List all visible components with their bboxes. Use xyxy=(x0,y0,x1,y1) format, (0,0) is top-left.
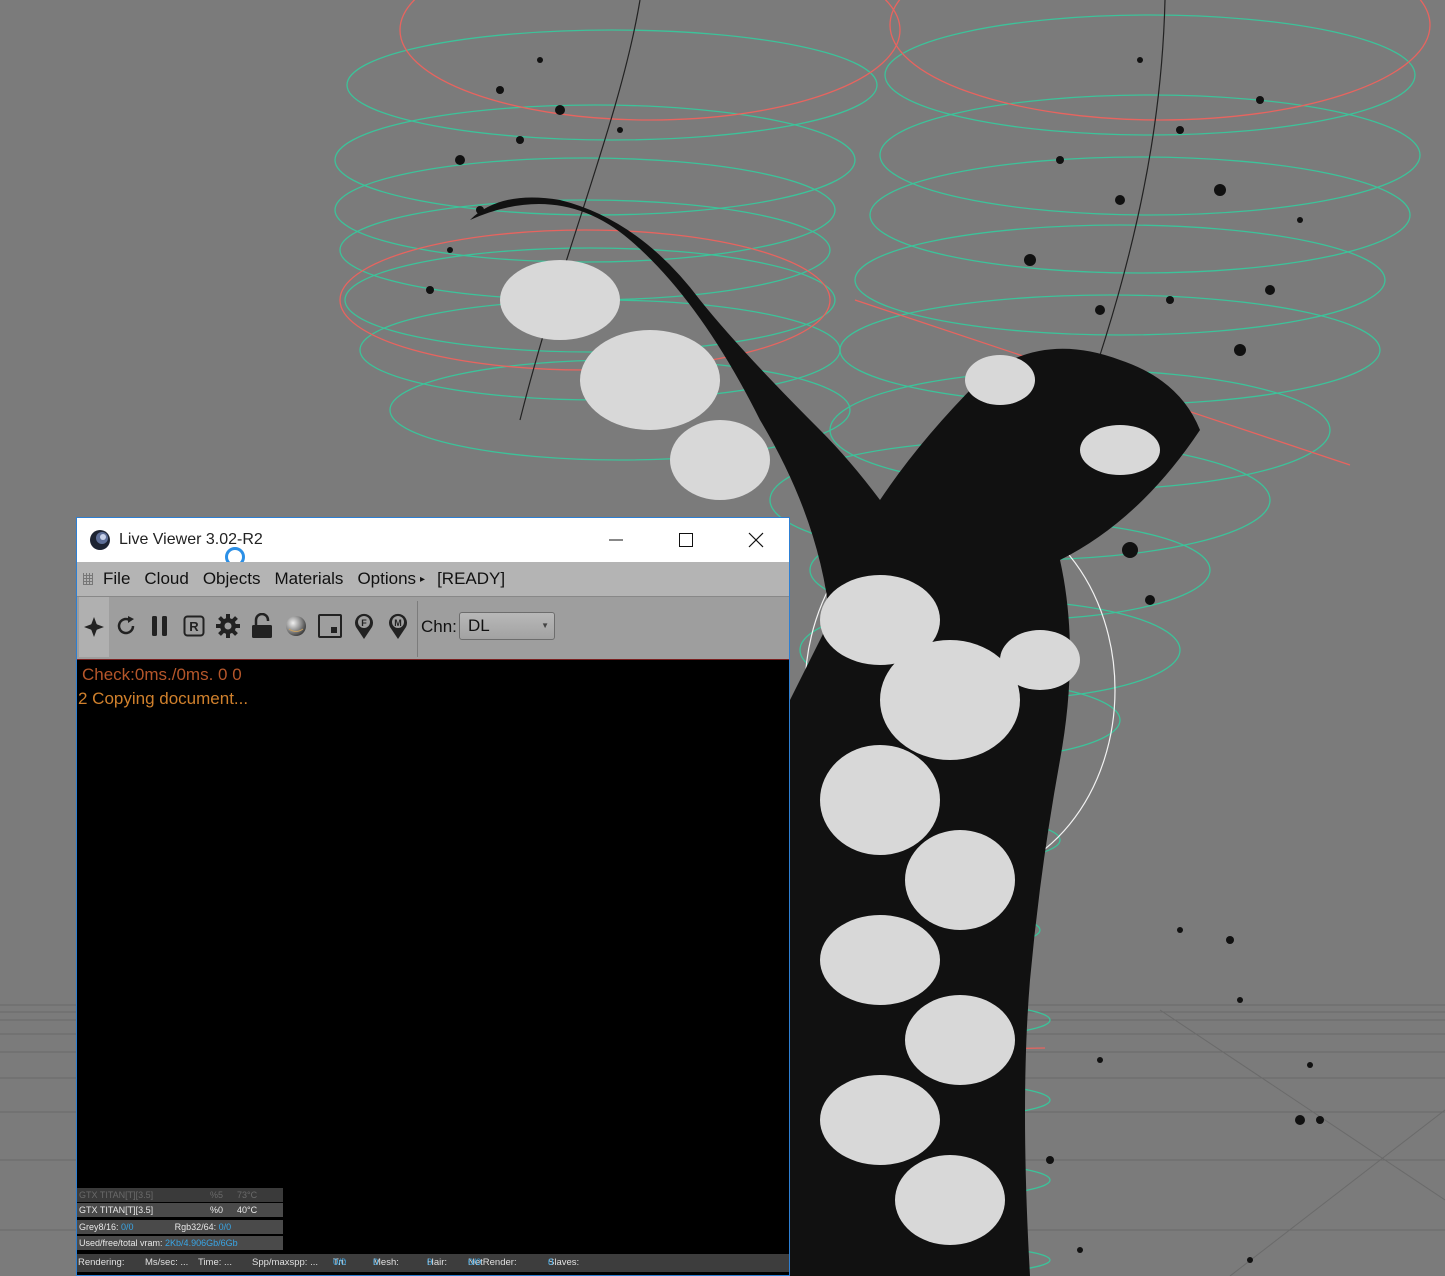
material-sphere-icon xyxy=(286,616,306,636)
title-bar[interactable]: Live Viewer 3.02-R2 xyxy=(77,518,791,567)
material-preview-button[interactable] xyxy=(281,609,311,643)
settings-button[interactable] xyxy=(213,609,243,643)
menu-bar: File Cloud Objects Materials Options ▸ [… xyxy=(77,562,789,596)
svg-text:R: R xyxy=(189,619,199,634)
refresh-button[interactable] xyxy=(111,609,141,643)
rgb-label: Rgb32/64: xyxy=(174,1222,217,1232)
toolbar-separator xyxy=(417,601,418,657)
window-title: Live Viewer 3.02-R2 xyxy=(119,531,263,548)
vram-stats: Used/free/total vram: 2Kb/4.906Gb/6Gb xyxy=(77,1236,283,1250)
mesh-value: 0 xyxy=(373,1257,379,1268)
gpu-stats-panel: GTX TITAN[T][3.5] %5 73°C GTX TITAN[T][3… xyxy=(77,1188,283,1250)
menu-materials[interactable]: Materials xyxy=(274,569,343,589)
gpu-temp: 73°C xyxy=(235,1188,283,1202)
gpu-row: GTX TITAN[T][3.5] %0 40°C xyxy=(77,1203,283,1218)
channel-select[interactable]: DL ▼ xyxy=(459,612,555,640)
submenu-arrow-icon: ▸ xyxy=(420,573,426,585)
gpu-row: GTX TITAN[T][3.5] %5 73°C xyxy=(77,1188,283,1203)
vram-label: Used/free/total vram: xyxy=(79,1238,163,1248)
menu-grip-icon xyxy=(83,573,93,585)
vram-value: 2Kb/4.906Gb/6Gb xyxy=(165,1238,238,1248)
pause-button[interactable] xyxy=(145,609,175,643)
live-viewer-window: Live Viewer 3.02-R2 File Cloud Objects M… xyxy=(76,517,790,1276)
material-pin-icon: M xyxy=(389,613,407,639)
maximize-button[interactable] xyxy=(651,518,721,562)
lock-icon xyxy=(252,613,272,638)
toolbar: R F M Chn: DL ▼ xyxy=(77,596,789,660)
region-icon: R xyxy=(183,615,205,637)
maximize-icon xyxy=(679,533,693,547)
grey-label: Grey8/16: xyxy=(79,1222,119,1232)
clip-button[interactable] xyxy=(315,609,345,643)
focus-pin-icon: F xyxy=(355,613,373,639)
refresh-icon xyxy=(117,616,135,635)
svg-text:F: F xyxy=(361,618,367,628)
menu-cloud[interactable]: Cloud xyxy=(144,569,188,589)
status-bar: Rendering: Ms/sec: ... Time: ... Spp/max… xyxy=(77,1254,789,1272)
material-pick-button[interactable]: M xyxy=(383,609,413,643)
gpu-usage: %0 xyxy=(181,1203,235,1217)
minimize-icon xyxy=(609,539,623,541)
menu-objects[interactable]: Objects xyxy=(203,569,261,589)
slaves-value: 0 xyxy=(548,1257,554,1268)
gpu-usage: %5 xyxy=(181,1188,235,1202)
menu-file[interactable]: File xyxy=(103,569,130,589)
netrender-value: 0/0 xyxy=(468,1257,482,1268)
settings-icon xyxy=(216,614,240,638)
hair-value: 0 xyxy=(427,1257,433,1268)
rendering-status: Rendering: xyxy=(78,1257,125,1268)
rgb-value: 0/0 xyxy=(218,1222,232,1232)
menu-options[interactable]: Options xyxy=(357,569,416,589)
spp-status: Spp/maxspp: ... xyxy=(252,1257,319,1268)
gpu-temp: 40°C xyxy=(235,1203,283,1217)
render-console: Check:0ms./0ms. 0 0 2 Copying document..… xyxy=(77,661,789,1181)
clip-icon xyxy=(318,614,342,638)
channel-label: Chn: xyxy=(421,617,457,636)
ms-sec-status: Ms/sec: ... xyxy=(145,1257,189,1268)
texture-stats: Grey8/16: 0/0 Rgb32/64: 0/0 xyxy=(77,1220,283,1234)
time-status: Time: ... xyxy=(198,1257,232,1268)
console-status-line: 2 Copying document... xyxy=(78,689,249,708)
render-status: [READY] xyxy=(437,569,506,588)
region-render-button[interactable]: R xyxy=(179,609,209,643)
gpu-name: GTX TITAN[T][3.5] xyxy=(77,1188,181,1202)
close-icon xyxy=(748,532,764,548)
grey-value: 0/0 xyxy=(121,1222,134,1232)
chevron-down-icon: ▼ xyxy=(541,621,549,630)
lock-button[interactable] xyxy=(247,609,277,643)
pause-icon xyxy=(152,616,167,636)
tri-value: 0/0 xyxy=(333,1257,347,1268)
minimize-button[interactable] xyxy=(581,518,651,562)
console-check-line: Check:0ms./0ms. 0 0 xyxy=(82,665,242,684)
render-button[interactable] xyxy=(79,597,109,657)
focus-pick-button[interactable]: F xyxy=(349,609,379,643)
svg-text:M: M xyxy=(394,618,402,628)
render-icon xyxy=(84,617,104,637)
channel-value: DL xyxy=(468,616,490,635)
close-button[interactable] xyxy=(721,518,791,562)
gpu-name: GTX TITAN[T][3.5] xyxy=(77,1203,181,1217)
cinema4d-app-icon xyxy=(90,530,110,550)
